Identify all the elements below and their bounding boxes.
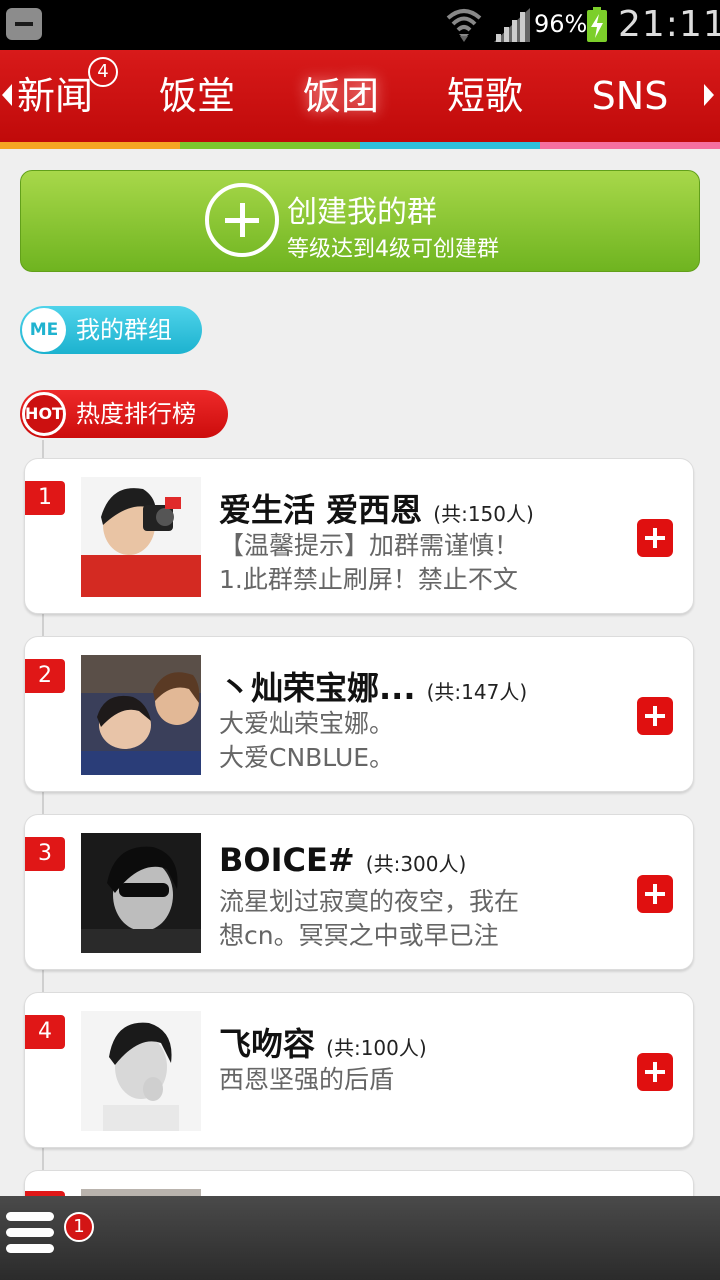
tab-color-strip-2: [180, 142, 360, 149]
group-avatar: [81, 833, 201, 953]
tab-color-strip-1: [0, 142, 180, 149]
join-group-button[interactable]: [637, 1053, 673, 1091]
description-line: 西恩坚强的后盾: [219, 1065, 395, 1094]
bottom-bar: 1: [0, 1196, 720, 1280]
clock: 21:11: [618, 4, 720, 45]
scroll-right-icon[interactable]: [704, 84, 714, 106]
member-count: (共:100人): [326, 1036, 427, 1060]
rank-badge: 2: [25, 659, 65, 693]
my-groups-button[interactable]: ME 我的群组: [20, 306, 202, 354]
tab-short-song[interactable]: 短歌: [438, 50, 532, 142]
description-line: 【温馨提示】加群需谨慎！: [219, 531, 520, 560]
tab-fan-group[interactable]: 饭团: [294, 50, 388, 142]
rank-badge: 3: [25, 837, 65, 871]
group-avatar: [81, 655, 201, 775]
member-count: (共:147人): [426, 680, 528, 704]
group-description: 【温馨提示】加群需谨慎！ 1.此群禁止刷屏！禁止不文: [219, 529, 579, 597]
hot-ranking-header: HOT 热度排行榜: [20, 390, 228, 438]
tab-color-strip-4: [540, 142, 720, 149]
group-name: 爱生活 爱西恩 (共:150人): [219, 485, 534, 531]
group-card[interactable]: 1 爱生活 爱西恩 (共:150人) 【温馨提示】加群需谨慎！ 1.此群禁止刷屏…: [24, 458, 694, 614]
description-line: 大爱CNBLUE。: [219, 743, 395, 772]
join-group-button[interactable]: [637, 875, 673, 913]
tab-canteen[interactable]: 饭堂: [150, 50, 244, 142]
group-card[interactable]: 2 丶灿荣宝娜... (共:147人) 大爱灿荣宝娜。 大爱CNBLUE。: [24, 636, 694, 792]
join-group-button[interactable]: [637, 697, 673, 735]
group-description: 西恩坚强的后盾: [219, 1063, 579, 1097]
plus-circle-icon: [205, 183, 279, 257]
member-count: (共:150人): [433, 502, 534, 526]
tab-label: 饭团: [302, 74, 379, 118]
rank-badge: 1: [25, 481, 65, 515]
group-avatar: [81, 477, 201, 597]
group-name-text: 爱生活 爱西恩: [219, 491, 423, 529]
battery-percent: 96%: [534, 10, 588, 38]
description-line: 大爱灿荣宝娜。: [219, 709, 395, 738]
battery-charging-icon: [587, 7, 607, 42]
group-card[interactable]: 4 飞吻容 (共:100人) 西恩坚强的后盾: [24, 992, 694, 1148]
group-name: BOICE# (共:300人): [219, 841, 466, 879]
status-bar: 96% 21:11: [0, 0, 720, 50]
my-groups-label: 我的群组: [76, 316, 172, 344]
create-group-title: 创建我的群: [287, 195, 437, 230]
hot-ranking-label: 热度排行榜: [76, 400, 196, 428]
back-icon[interactable]: [6, 8, 42, 40]
me-icon: ME: [22, 308, 66, 352]
group-name-text: 丶灿荣宝娜...: [219, 669, 416, 707]
news-badge: 4: [88, 57, 118, 87]
group-name: 丶灿荣宝娜... (共:147人): [219, 663, 527, 709]
tab-label: 短歌: [446, 74, 523, 118]
description-line: 想cn。冥冥之中或早已注: [219, 921, 499, 950]
menu-icon[interactable]: [6, 1210, 56, 1258]
group-description: 大爱灿荣宝娜。 大爱CNBLUE。: [219, 707, 579, 775]
tab-label: 饭堂: [158, 74, 235, 118]
description-line: 1.此群禁止刷屏！禁止不文: [219, 565, 518, 594]
group-name-text: 飞吻容: [219, 1025, 316, 1063]
create-group-subtitle: 等级达到4级可创建群: [287, 237, 499, 262]
wifi-icon: [446, 9, 482, 42]
member-count: (共:300人): [365, 852, 467, 876]
category-tabs: 新闻 4 饭堂 饭团 短歌 SNS: [0, 50, 720, 142]
menu-notification-badge: 1: [64, 1212, 94, 1242]
group-card[interactable]: 3 BOICE# (共:300人) 流星划过寂寞的夜空，我在 想cn。冥冥之中或…: [24, 814, 694, 970]
group-avatar: [81, 1011, 201, 1131]
create-group-button[interactable]: 创建我的群 等级达到4级可创建群: [20, 170, 700, 272]
hot-icon: HOT: [22, 392, 66, 436]
group-name-text: BOICE#: [219, 841, 355, 879]
tab-label: 新闻: [16, 74, 93, 118]
join-group-button[interactable]: [637, 519, 673, 557]
tab-label: SNS: [591, 74, 669, 118]
signal-icon: [494, 8, 530, 42]
tab-sns[interactable]: SNS: [584, 50, 676, 142]
group-description: 流星划过寂寞的夜空，我在 想cn。冥冥之中或早已注: [219, 885, 579, 953]
group-name: 飞吻容 (共:100人): [219, 1019, 427, 1065]
rank-badge: 4: [25, 1015, 65, 1049]
tab-color-strip-3: [360, 142, 540, 149]
tab-news[interactable]: 新闻: [10, 50, 100, 142]
description-line: 流星划过寂寞的夜空，我在: [219, 887, 520, 916]
